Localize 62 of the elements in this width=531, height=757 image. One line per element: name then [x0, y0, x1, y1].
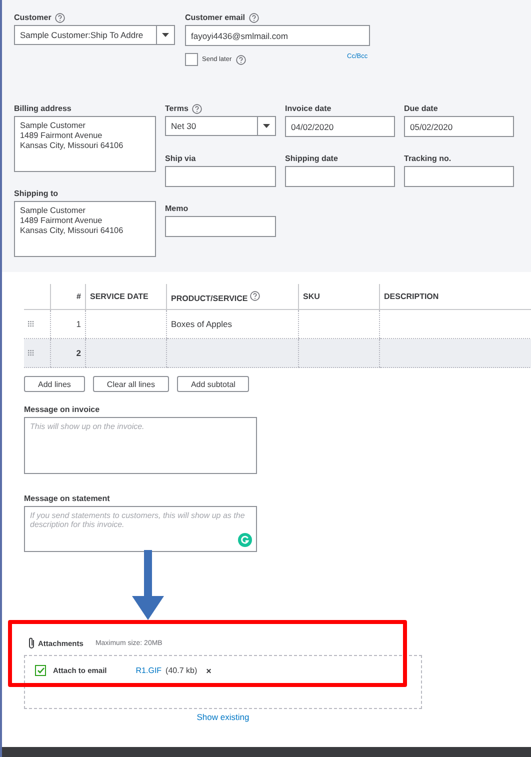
input-field[interactable]: 04/02/2020 [285, 116, 395, 137]
checkbox[interactable] [35, 665, 46, 676]
address-line: 1489 Fairmont Avenue [20, 131, 104, 141]
checkbox[interactable] [185, 53, 198, 66]
show-existing-link[interactable]: Show existing [196, 712, 250, 722]
drag-handle-icon[interactable] [28, 321, 34, 327]
field-label: Due date [404, 103, 438, 114]
address-field[interactable]: Sample Customer 1489 Fairmont Avenue Kansas City, Missouri 64106 [14, 201, 156, 257]
refresh-icon[interactable] [238, 533, 252, 547]
address-field[interactable]: Sample Customer 1489 Fairmont Avenue Kansas City, Missouri 64106 [14, 116, 156, 172]
message-field[interactable]: This will show up on the invoice. [24, 417, 257, 474]
column-header: SKU [298, 284, 380, 310]
file-link[interactable]: R1.GIF [136, 666, 162, 675]
field-label: Terms [165, 103, 188, 114]
field-label: Ship via [165, 153, 196, 164]
row-number: 2 [76, 348, 81, 358]
email-field[interactable]: fayoyi4436@smlmail.com [185, 25, 370, 46]
field-label: Customer email [185, 12, 246, 23]
address-line: Sample Customer [20, 206, 87, 216]
table-action-button[interactable]: Clear all lines [92, 376, 169, 392]
address-line: 1489 Fairmont Avenue [20, 216, 104, 226]
field-label: Shipping date [285, 153, 338, 164]
paperclip-icon [28, 637, 35, 649]
table-action-button[interactable]: Add subtotal [176, 376, 250, 392]
help-icon[interactable] [55, 12, 66, 22]
field-label: Shipping to [14, 188, 59, 199]
column-header: DESCRIPTION [380, 284, 531, 310]
customer-dropdown[interactable]: Sample Customer:Ship To Addre [14, 25, 175, 45]
column-header: PRODUCT/SERVICE [166, 284, 298, 310]
message-field[interactable]: If you send statements to customers, this will show up as the description for this invoice. [24, 506, 257, 552]
field-label: Memo [165, 203, 188, 214]
caret-icon [263, 124, 270, 128]
input-field[interactable] [285, 166, 395, 187]
input-field[interactable] [165, 216, 276, 237]
address-line: Kansas City, Missouri 64106 [20, 141, 124, 151]
help-icon[interactable] [249, 12, 260, 22]
caret-icon [162, 33, 169, 37]
help-icon[interactable] [250, 290, 260, 300]
input-field[interactable] [404, 166, 514, 187]
address-line: Kansas City, Missouri 64106 [20, 226, 124, 236]
field-label: Tracking no. [404, 153, 452, 164]
drag-handle-icon[interactable] [28, 350, 34, 356]
file-size: (40.7 kb) [166, 666, 198, 675]
field-label: Message on statement [24, 493, 111, 504]
row-number: 1 [76, 319, 81, 329]
field-label: Message on invoice [24, 404, 101, 415]
field-label: Invoice date [285, 103, 332, 114]
table-row[interactable]: 2 [24, 338, 531, 368]
input-field[interactable]: 05/02/2020 [404, 116, 514, 137]
table-cell: Boxes of Apples [171, 319, 232, 329]
remove-button[interactable]: × [201, 666, 212, 676]
address-line: Sample Customer [20, 121, 87, 131]
field-label: Customer [14, 12, 52, 23]
table-action-button[interactable]: Add lines [24, 376, 85, 392]
terms-dropdown[interactable]: Net 30 [165, 116, 276, 136]
column-header: # [50, 284, 86, 310]
field-label: Billing address [14, 103, 72, 114]
help-icon[interactable] [236, 54, 246, 64]
input-field[interactable] [165, 166, 276, 187]
column-header: SERVICE DATE [86, 284, 166, 310]
down-arrow [131, 550, 165, 620]
help-icon[interactable] [192, 104, 202, 114]
